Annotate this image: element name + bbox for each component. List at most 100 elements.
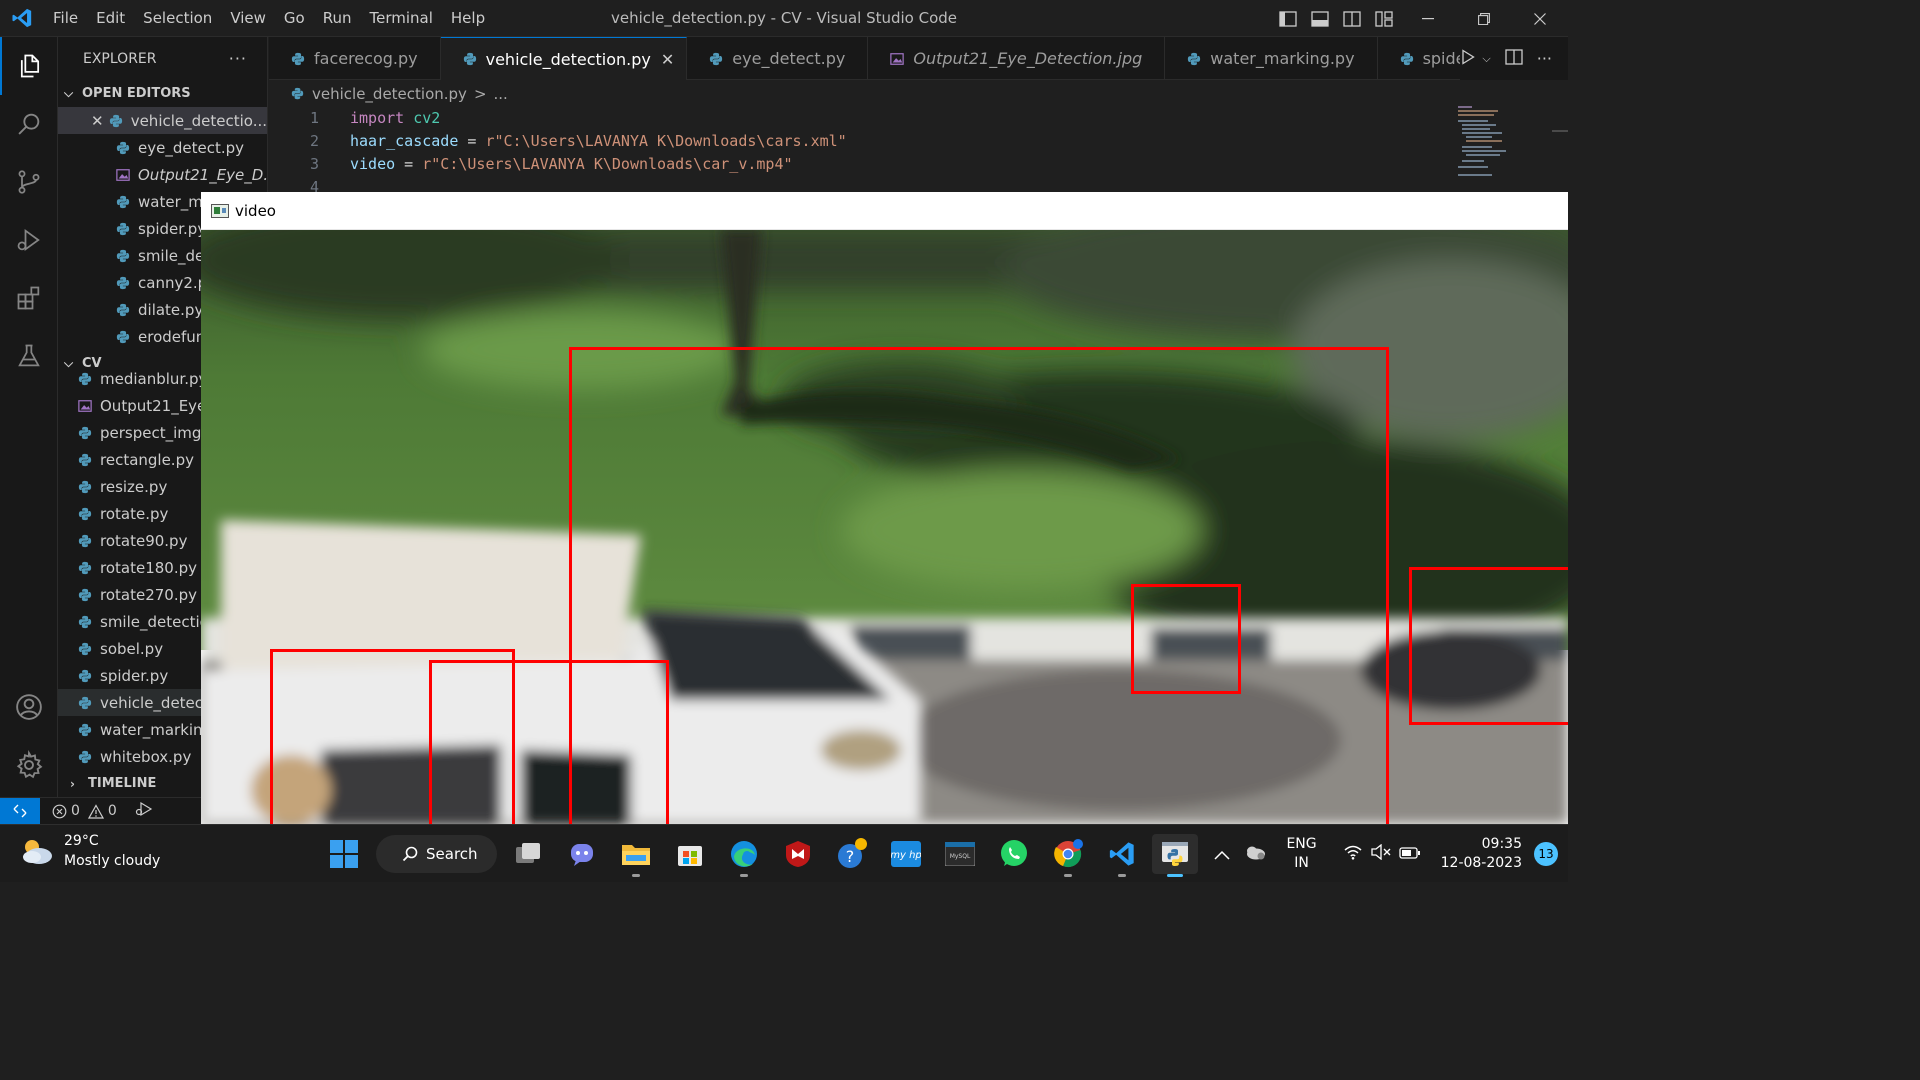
code-token: cv2 bbox=[413, 109, 441, 127]
tab-label: eye_detect.py bbox=[732, 49, 846, 68]
file-label: Output21_Eye bbox=[100, 396, 207, 415]
input-language-indicator[interactable]: ENG IN bbox=[1286, 835, 1316, 873]
mcafee-icon[interactable] bbox=[778, 834, 818, 874]
volume-muted-icon[interactable] bbox=[1370, 843, 1391, 864]
clock-time: 09:35 bbox=[1481, 836, 1522, 852]
editor-tab[interactable]: water_marking.py bbox=[1165, 37, 1378, 80]
notification-count-badge[interactable]: 13 bbox=[1534, 842, 1558, 866]
toggle-panel-icon[interactable] bbox=[1304, 0, 1336, 37]
battery-icon[interactable] bbox=[1398, 845, 1421, 864]
open-editors-section[interactable]: ⌵ OPEN EDITORS bbox=[58, 80, 267, 107]
start-windows-icon[interactable] bbox=[324, 834, 364, 874]
taskbar-search-button[interactable]: Search bbox=[376, 835, 497, 873]
settings-gear-icon[interactable] bbox=[0, 736, 58, 794]
wifi-icon[interactable] bbox=[1343, 844, 1363, 864]
system-tray: ENG IN 09:35 12-08-2023 13 bbox=[1214, 825, 1568, 883]
extensions-icon[interactable] bbox=[0, 269, 58, 327]
task-view-icon[interactable] bbox=[508, 834, 548, 874]
file-label: water_marking bbox=[100, 720, 213, 739]
weather-widget[interactable]: 29°C Mostly cloudy bbox=[20, 831, 160, 871]
remote-window-icon[interactable] bbox=[0, 797, 40, 825]
open-editor-item[interactable]: eye_detect.py bbox=[58, 134, 267, 161]
show-hidden-icons-chevron-icon[interactable] bbox=[1214, 845, 1230, 864]
search-icon[interactable] bbox=[0, 95, 58, 153]
debug-launch-icon[interactable] bbox=[135, 801, 153, 821]
python-icon bbox=[78, 588, 92, 601]
editor-tab[interactable]: eye_detect.py bbox=[687, 37, 869, 80]
editor-tab[interactable]: Output21_Eye_Detection.jpg bbox=[868, 37, 1166, 80]
minimap[interactable] bbox=[1456, 104, 1516, 184]
explorer-more-actions-button[interactable]: ··· bbox=[229, 49, 247, 68]
menu-view[interactable]: View bbox=[221, 0, 275, 37]
menu-selection[interactable]: Selection bbox=[134, 0, 221, 37]
python-icon bbox=[710, 52, 723, 65]
clock[interactable]: 09:35 12-08-2023 bbox=[1441, 835, 1522, 873]
testing-icon[interactable] bbox=[0, 327, 58, 385]
open-editor-item[interactable]: Output21_Eye_D... bbox=[58, 161, 267, 188]
editor-tab[interactable]: facerecog.py bbox=[269, 37, 441, 80]
video-window-titlebar[interactable]: video bbox=[201, 192, 1568, 230]
toggle-secondary-sidebar-icon[interactable] bbox=[1336, 0, 1368, 37]
breadcrumb-separator: > bbox=[473, 84, 487, 103]
accounts-icon[interactable] bbox=[0, 678, 58, 736]
svg-text:?: ? bbox=[846, 847, 855, 866]
menu-help[interactable]: Help bbox=[442, 0, 494, 37]
mysql-workbench-icon[interactable]: MySQL bbox=[940, 834, 980, 874]
cloudy-weather-icon bbox=[23, 840, 52, 864]
toggle-primary-sidebar-icon[interactable] bbox=[1272, 0, 1304, 37]
file-explorer-icon[interactable] bbox=[616, 834, 656, 877]
python-icon bbox=[116, 303, 130, 316]
tab-label: Output21_Eye_Detection.jpg bbox=[913, 49, 1143, 68]
whatsapp-icon[interactable] bbox=[994, 834, 1034, 874]
teams-chat-icon[interactable] bbox=[562, 834, 602, 874]
vscode-logo-icon[interactable] bbox=[0, 0, 44, 37]
run-python-file-icon[interactable] bbox=[1460, 48, 1476, 69]
language-code: ENG bbox=[1286, 836, 1317, 852]
get-help-icon[interactable]: ? bbox=[832, 834, 872, 874]
chevron-down-icon: ⌵ bbox=[64, 86, 74, 100]
run-dropdown-chevron-icon[interactable]: ⌵ bbox=[1482, 52, 1490, 66]
more-actions-icon[interactable]: ··· bbox=[1537, 49, 1552, 68]
close-editor-icon[interactable]: ✕ bbox=[91, 112, 109, 130]
weather-temperature: 29°C bbox=[64, 833, 99, 849]
chrome-icon[interactable] bbox=[1048, 834, 1088, 877]
python-icon bbox=[78, 507, 92, 520]
customize-layout-icon[interactable] bbox=[1368, 0, 1400, 37]
split-editor-icon[interactable] bbox=[1505, 48, 1523, 69]
python-icon bbox=[78, 696, 92, 709]
breadcrumb-symbol[interactable]: ... bbox=[494, 85, 508, 103]
editor-tabs: facerecog.py vehicle_detection.py ✕ eye_det… bbox=[269, 37, 1568, 80]
code-editor[interactable]: 1 import cv2 2 haar_cascade = r"C:\Users… bbox=[269, 107, 1439, 199]
search-label: Search bbox=[426, 845, 478, 863]
python-taskbar-icon[interactable] bbox=[1152, 834, 1198, 877]
close-tab-icon[interactable]: ✕ bbox=[661, 50, 674, 69]
vscode-taskbar-icon[interactable] bbox=[1102, 834, 1142, 877]
scrollbar-thumb[interactable] bbox=[1552, 130, 1568, 132]
weather-condition: Mostly cloudy bbox=[64, 853, 161, 869]
myhp-icon[interactable]: my hp bbox=[886, 834, 926, 874]
timeline-section[interactable]: › TIMELINE bbox=[64, 770, 201, 797]
code-line: 1 import cv2 bbox=[269, 107, 1439, 130]
menu-file[interactable]: File bbox=[44, 0, 87, 37]
python-icon bbox=[116, 276, 130, 289]
source-control-icon[interactable] bbox=[0, 153, 58, 211]
menu-terminal[interactable]: Terminal bbox=[361, 0, 442, 37]
problems-indicator[interactable]: 0 0 bbox=[52, 803, 117, 819]
python-icon bbox=[116, 222, 130, 235]
video-window[interactable]: video bbox=[201, 192, 1568, 824]
file-label: rotate90.py bbox=[100, 531, 188, 550]
onedrive-cloud-icon[interactable] bbox=[1244, 844, 1266, 864]
menu-edit[interactable]: Edit bbox=[87, 0, 134, 37]
restore-icon[interactable] bbox=[1456, 0, 1512, 37]
menu-run[interactable]: Run bbox=[314, 0, 361, 37]
menu-go[interactable]: Go bbox=[275, 0, 314, 37]
editor-tab[interactable]: vehicle_detection.py ✕ bbox=[440, 37, 688, 80]
open-editor-item[interactable]: ✕ vehicle_detectio... bbox=[58, 107, 267, 134]
microsoft-store-icon[interactable] bbox=[670, 834, 710, 874]
minimize-icon[interactable] bbox=[1400, 0, 1456, 37]
run-debug-icon[interactable] bbox=[0, 211, 58, 269]
breadcrumb-file[interactable]: vehicle_detection.py bbox=[312, 85, 467, 103]
close-window-icon[interactable] bbox=[1512, 0, 1568, 37]
edge-browser-icon[interactable] bbox=[724, 834, 764, 877]
explorer-icon[interactable] bbox=[0, 37, 58, 95]
